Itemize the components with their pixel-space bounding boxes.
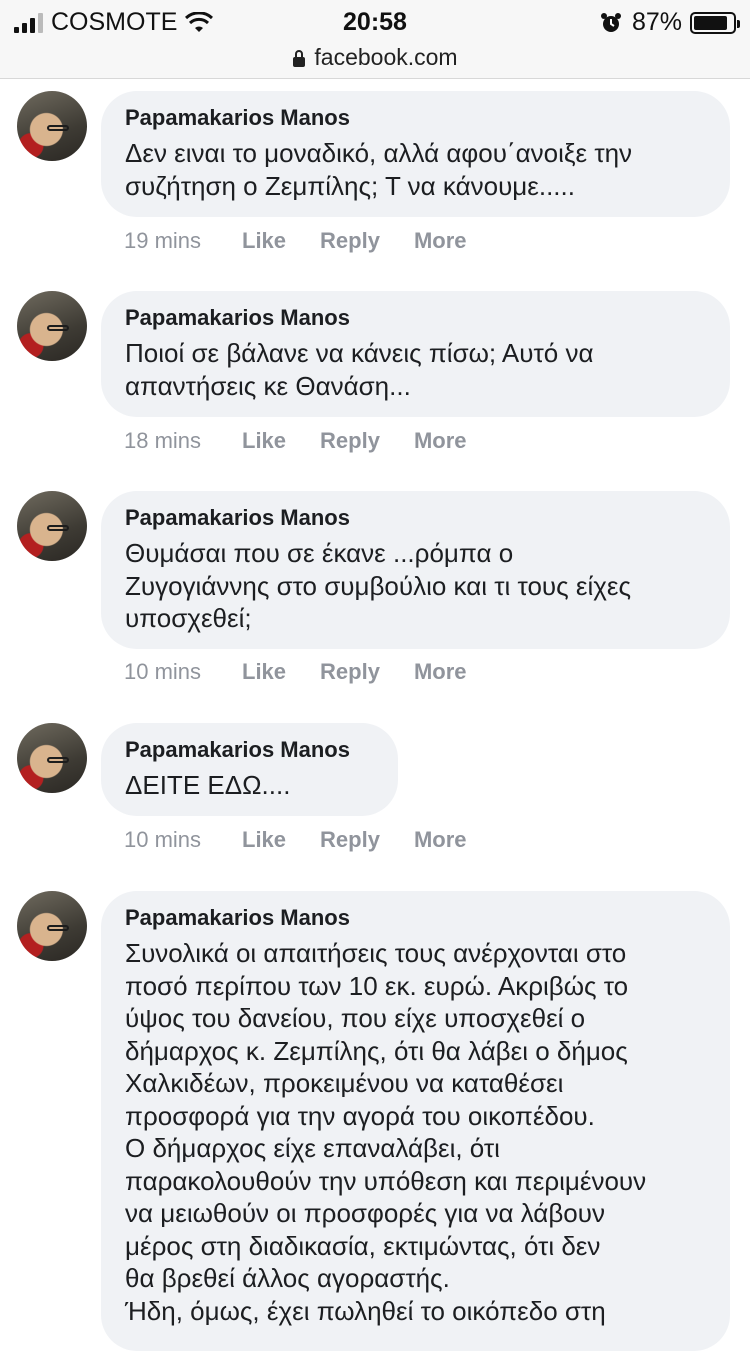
like-button[interactable]: Like — [242, 228, 286, 254]
more-button[interactable]: More — [414, 659, 467, 685]
comment-author[interactable]: Papamakarios Manos — [125, 505, 706, 531]
more-button[interactable]: More — [414, 228, 467, 254]
url-text: facebook.com — [314, 44, 458, 70]
comment-time[interactable]: 19 mins — [124, 228, 242, 254]
reply-button[interactable]: Reply — [320, 228, 380, 254]
comment-bubble: Papamakarios Manos Θυμάσαι που σε έκανε … — [101, 491, 730, 649]
comment-text: Δεν ειναι το μοναδικό, αλλά αφου΄ανοιξε … — [125, 138, 633, 201]
alarm-icon — [600, 12, 621, 32]
comment-text: Ποιοί σε βάλανε να κάνεις πίσω; Αυτό να … — [125, 338, 594, 401]
comment-actions: 18 mins Like Reply More — [124, 428, 501, 454]
lock-icon — [293, 49, 306, 67]
comment-text: ΔΕΙΤΕ ΕΔΩ.... — [125, 770, 291, 800]
reply-button[interactable]: Reply — [320, 827, 380, 853]
like-button[interactable]: Like — [242, 659, 286, 685]
battery-icon — [690, 11, 740, 34]
more-button[interactable]: More — [414, 428, 467, 454]
avatar[interactable] — [17, 291, 87, 361]
like-button[interactable]: Like — [242, 827, 286, 853]
comment-time[interactable]: 18 mins — [124, 428, 242, 454]
avatar[interactable] — [17, 91, 87, 161]
comment-actions: 19 mins Like Reply More — [124, 228, 501, 254]
comment-text: Συνολικά οι απαιτήσεις τους ανέρχονται σ… — [125, 938, 647, 1326]
comment-author[interactable]: Papamakarios Manos — [125, 737, 374, 763]
reply-button[interactable]: Reply — [320, 659, 380, 685]
comment-author[interactable]: Papamakarios Manos — [125, 905, 706, 931]
battery-percent: 87% — [631, 8, 682, 36]
status-right: 87% — [600, 8, 740, 37]
avatar[interactable] — [17, 491, 87, 561]
comment-bubble: Papamakarios Manos ΔΕΙΤΕ ΕΔΩ.... — [101, 723, 398, 816]
comment-author[interactable]: Papamakarios Manos — [125, 105, 706, 131]
comment-bubble: Papamakarios Manos Συνολικά οι απαιτήσει… — [101, 891, 730, 1351]
comment-time[interactable]: 10 mins — [124, 659, 242, 685]
reply-button[interactable]: Reply — [320, 428, 380, 454]
like-button[interactable]: Like — [242, 428, 286, 454]
more-button[interactable]: More — [414, 827, 467, 853]
avatar[interactable] — [17, 723, 87, 793]
avatar[interactable] — [17, 891, 87, 961]
comment-time[interactable]: 10 mins — [124, 827, 242, 853]
comment-actions: 10 mins Like Reply More — [124, 827, 501, 853]
comment-bubble: Papamakarios Manos Ποιοί σε βάλανε να κά… — [101, 291, 730, 417]
url-bar[interactable]: facebook.com — [0, 44, 750, 79]
comment-author[interactable]: Papamakarios Manos — [125, 305, 706, 331]
comment-bubble: Papamakarios Manos Δεν ειναι το μοναδικό… — [101, 91, 730, 217]
status-bar: COSMOTE 20:58 87% — [0, 0, 750, 44]
comment-text: Θυμάσαι που σε έκανε ...ρόμπα ο Ζυγογιάν… — [125, 538, 632, 633]
comment-actions: 10 mins Like Reply More — [124, 659, 501, 685]
